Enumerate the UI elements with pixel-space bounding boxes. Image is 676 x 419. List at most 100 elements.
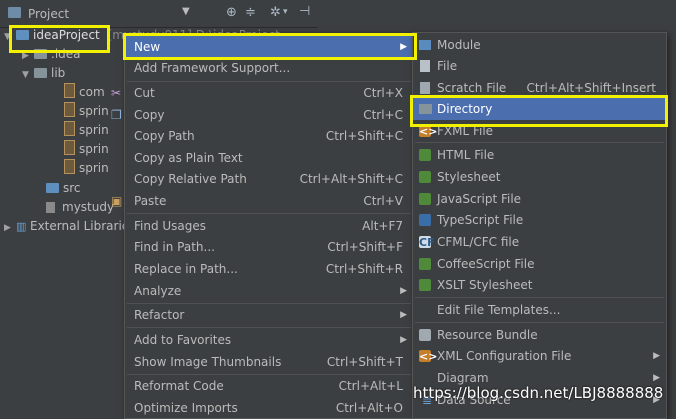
menu-item-replace-in-path[interactable]: Replace in Path... Ctrl+Shift+R [125, 258, 413, 280]
menu-separator [415, 297, 664, 298]
menu-separator [127, 327, 411, 328]
tree-item-src[interactable]: src [46, 179, 81, 198]
menu-item-paste[interactable]: ▣ Paste Ctrl+V [111, 190, 413, 212]
folder-icon [34, 68, 47, 78]
menu-item-shortcut: Ctrl+X [363, 86, 403, 100]
file-icon [46, 202, 55, 213]
collapsed-arrow-icon[interactable]: ▶ [4, 219, 16, 238]
menu-item-label: XML Configuration File [437, 349, 572, 363]
typescript-file-icon [419, 214, 431, 226]
caret-down-icon[interactable]: ▼ [182, 6, 190, 17]
context-menu: New ▶ Add Framework Support... ✂ Cut Ctrl+X… [111, 33, 414, 419]
jar-icon [64, 140, 75, 155]
menu-item-label: CFML/CFC file [437, 235, 520, 249]
tree-item-external-libraries[interactable]: ▶ ▥ External Libraries [4, 217, 135, 236]
menu-item-label: Find in Path... [134, 240, 215, 254]
menu-item-label: TypeScript File [437, 213, 524, 227]
tree-item-label: sprin [79, 123, 109, 137]
submenu-arrow-icon: ▶ [400, 286, 407, 296]
menu-item-label: Module [437, 38, 481, 52]
coffeescript-file-icon [419, 258, 431, 270]
menu-item-typescript-file[interactable]: TypeScript File [413, 209, 666, 231]
highlight-box-directory [410, 95, 668, 127]
menu-item-find-in-path[interactable]: Find in Path... Ctrl+Shift+F [125, 236, 413, 258]
menu-item-analyze[interactable]: Analyze ▶ [125, 280, 413, 302]
menu-item-find-usages[interactable]: Find Usages Alt+F7 [125, 215, 413, 237]
menu-item-xslt-stylesheet[interactable]: XSLT Stylesheet [413, 274, 666, 296]
menu-item-add-framework-support[interactable]: Add Framework Support... [125, 57, 413, 79]
menu-item-copy-path[interactable]: Copy Path Ctrl+Shift+C [125, 125, 413, 147]
tree-item-label: sprin [79, 161, 109, 175]
new-submenu: Module File Scratch File Ctrl+Alt+Shift+I… [412, 32, 667, 419]
tree-item-lib[interactable]: ▼ lib [22, 64, 65, 83]
menu-item-label: Show Image Thumbnails [134, 355, 282, 369]
menu-item-html-file[interactable]: HTML File [413, 144, 666, 166]
menu-item-shortcut: Ctrl+Shift+R [325, 262, 403, 276]
menu-item-xml-configuration-file[interactable]: <> XML Configuration File ▶ [413, 345, 666, 367]
menu-item-file[interactable]: File [413, 55, 666, 77]
menu-item-module[interactable]: Module [413, 34, 666, 56]
menu-item-label: Copy Path [134, 129, 195, 143]
menu-item-shortcut: Alt+F7 [362, 219, 403, 233]
tree-item-jar[interactable]: sprin [64, 121, 109, 140]
project-icon [8, 7, 21, 18]
menu-item-copy-plain-text[interactable]: Copy as Plain Text [125, 147, 413, 169]
menu-item-shortcut: Ctrl+Shift+C [325, 129, 403, 143]
source-folder-icon [46, 183, 59, 193]
tree-item-jar[interactable]: sprin [64, 140, 109, 159]
gear-icon[interactable]: ✲ [270, 5, 281, 20]
menu-item-label: Add to Favorites [134, 333, 232, 347]
jar-icon [64, 159, 75, 174]
scroll-from-source-icon[interactable]: ⊕ [226, 5, 237, 20]
menu-item-resource-bundle[interactable]: Resource Bundle [413, 324, 666, 346]
menu-item-reformat-code[interactable]: Reformat Code Ctrl+Alt+L [125, 375, 413, 397]
menu-item-label: Resource Bundle [437, 328, 538, 342]
clipboard-icon: ▣ [111, 194, 123, 208]
menu-separator [415, 142, 664, 143]
menu-item-edit-file-templates[interactable]: Edit File Templates... [413, 299, 666, 321]
menu-item-shortcut: Ctrl+Shift+T [326, 355, 403, 369]
menu-item-label: Replace in Path... [134, 262, 238, 276]
menu-item-label: JavaScript File [437, 192, 522, 206]
menu-item-label: Analyze [134, 284, 182, 298]
menu-item-label: CoffeeScript File [437, 257, 535, 271]
menu-item-javascript-file[interactable]: JavaScript File [413, 188, 666, 210]
menu-item-copy[interactable]: ❐ Copy Ctrl+C [111, 104, 413, 126]
expand-arrow-icon[interactable]: ▼ [22, 66, 34, 85]
tree-item-jar[interactable]: com [64, 83, 105, 102]
tree-item-label: lib [51, 66, 66, 80]
menu-item-label: Edit File Templates... [437, 303, 561, 317]
menu-item-label: Find Usages [134, 219, 207, 233]
menu-item-label: File [437, 59, 458, 73]
watermark: https://blog.csdn.net/LBJ8888888 [413, 384, 664, 402]
project-view-title[interactable]: Project [28, 7, 69, 21]
menu-item-label: Optimize Imports [134, 401, 238, 415]
menu-separator [415, 322, 664, 323]
menu-item-refactor[interactable]: Refactor ▶ [125, 304, 413, 326]
menu-item-show-image-thumbnails[interactable]: Show Image Thumbnails Ctrl+Shift+T [125, 351, 413, 373]
menu-item-label: Cut [134, 86, 155, 100]
menu-item-label: Copy [134, 108, 165, 122]
gear-dropdown-icon[interactable]: ▾ [283, 7, 288, 17]
hide-panel-icon[interactable]: ⊣ [299, 4, 310, 19]
collapse-all-icon[interactable]: ≑ [245, 5, 256, 20]
menu-item-label: Copy Relative Path [134, 172, 247, 186]
menu-item-coffeescript-file[interactable]: CoffeeScript File [413, 253, 666, 275]
menu-item-copy-relative-path[interactable]: Copy Relative Path Ctrl+Alt+Shift+C [125, 168, 413, 190]
tree-item-jar[interactable]: sprin [64, 159, 109, 178]
menu-item-stylesheet[interactable]: Stylesheet [413, 166, 666, 188]
tree-item-jar[interactable]: sprin [64, 102, 109, 121]
tree-item-label: sprin [79, 142, 109, 156]
menu-item-shortcut: Ctrl+C [363, 108, 403, 122]
jar-icon [64, 102, 75, 117]
tree-item-label: com [79, 85, 105, 99]
menu-item-add-to-favorites[interactable]: Add to Favorites ▶ [125, 329, 413, 351]
menu-item-cut[interactable]: ✂ Cut Ctrl+X [111, 82, 413, 104]
library-icon: ▥ [16, 220, 27, 233]
menu-item-optimize-imports[interactable]: Optimize Imports Ctrl+Alt+O [125, 397, 413, 419]
submenu-arrow-icon: ▶ [400, 335, 407, 345]
tree-item-iml[interactable]: mystudy [46, 198, 114, 217]
menu-item-cfml-file[interactable]: CF CFML/CFC file [413, 231, 666, 253]
jar-icon [64, 121, 75, 136]
jar-icon [64, 83, 75, 98]
